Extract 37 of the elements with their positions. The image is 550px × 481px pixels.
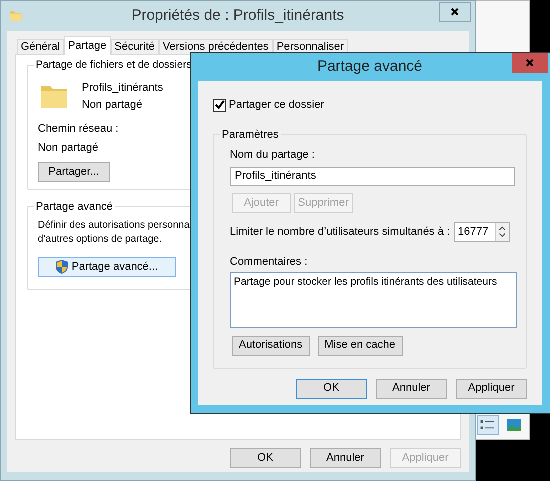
user-limit-label: Limiter le nombre d’utilisateurs simultanés à :: [230, 224, 450, 240]
description-text: Définir des autorisations personna: [38, 219, 190, 233]
network-path: Non partagé: [38, 140, 99, 156]
user-limit-spinner[interactable]: 16777: [454, 222, 510, 242]
checkbox-label: Partager ce dossier: [229, 98, 324, 113]
dialog-button[interactable]: Annuler: [310, 448, 381, 468]
group-title: Partage avancé: [34, 199, 116, 216]
folder-icon: [9, 9, 23, 23]
share-name-label: Nom du partage :: [230, 148, 316, 162]
dialog-button[interactable]: OK: [296, 378, 367, 398]
dialog-button[interactable]: Annuler: [376, 378, 447, 398]
folder-status: Non partagé: [82, 98, 144, 112]
dialog-title: Partage avancé: [317, 56, 423, 77]
network-path-label: Chemin réseau :: [38, 122, 119, 137]
folder-name: Profils_itinérants: [82, 81, 164, 96]
settings-button[interactable]: Autorisations: [232, 336, 310, 356]
checkbox[interactable]: [213, 98, 226, 112]
dialog-button[interactable]: OK: [230, 448, 301, 468]
window-title: Propriétés de : Profils_itinérants: [132, 6, 344, 26]
description-text: d’autres options de partage.: [38, 233, 162, 247]
tab[interactable]: Versions précédentes: [159, 39, 273, 54]
list-view-icon[interactable]: [477, 415, 499, 435]
comments-field[interactable]: Partage pour stocker les profils itinérants des utilisateurs: [230, 272, 517, 328]
dialog-button[interactable]: Appliquer: [456, 378, 527, 398]
settings-button[interactable]: Mise en cache: [318, 336, 403, 356]
tab[interactable]: Général: [17, 39, 64, 54]
share-button[interactable]: Partager...: [38, 162, 110, 182]
advanced-sharing-button[interactable]: Partage avancé...: [38, 257, 176, 277]
close-icon: [451, 8, 459, 16]
tab[interactable]: Partage: [64, 36, 111, 55]
share-name-field[interactable]: Profils_itinérants: [230, 167, 515, 186]
close-icon: [526, 59, 534, 67]
tab[interactable]: Sécurité: [110, 39, 160, 54]
shield-icon: [56, 260, 68, 274]
spinner-arrows-icon: [495, 223, 509, 241]
close-button[interactable]: [439, 2, 471, 22]
comments-label: Commentaires :: [230, 255, 309, 270]
